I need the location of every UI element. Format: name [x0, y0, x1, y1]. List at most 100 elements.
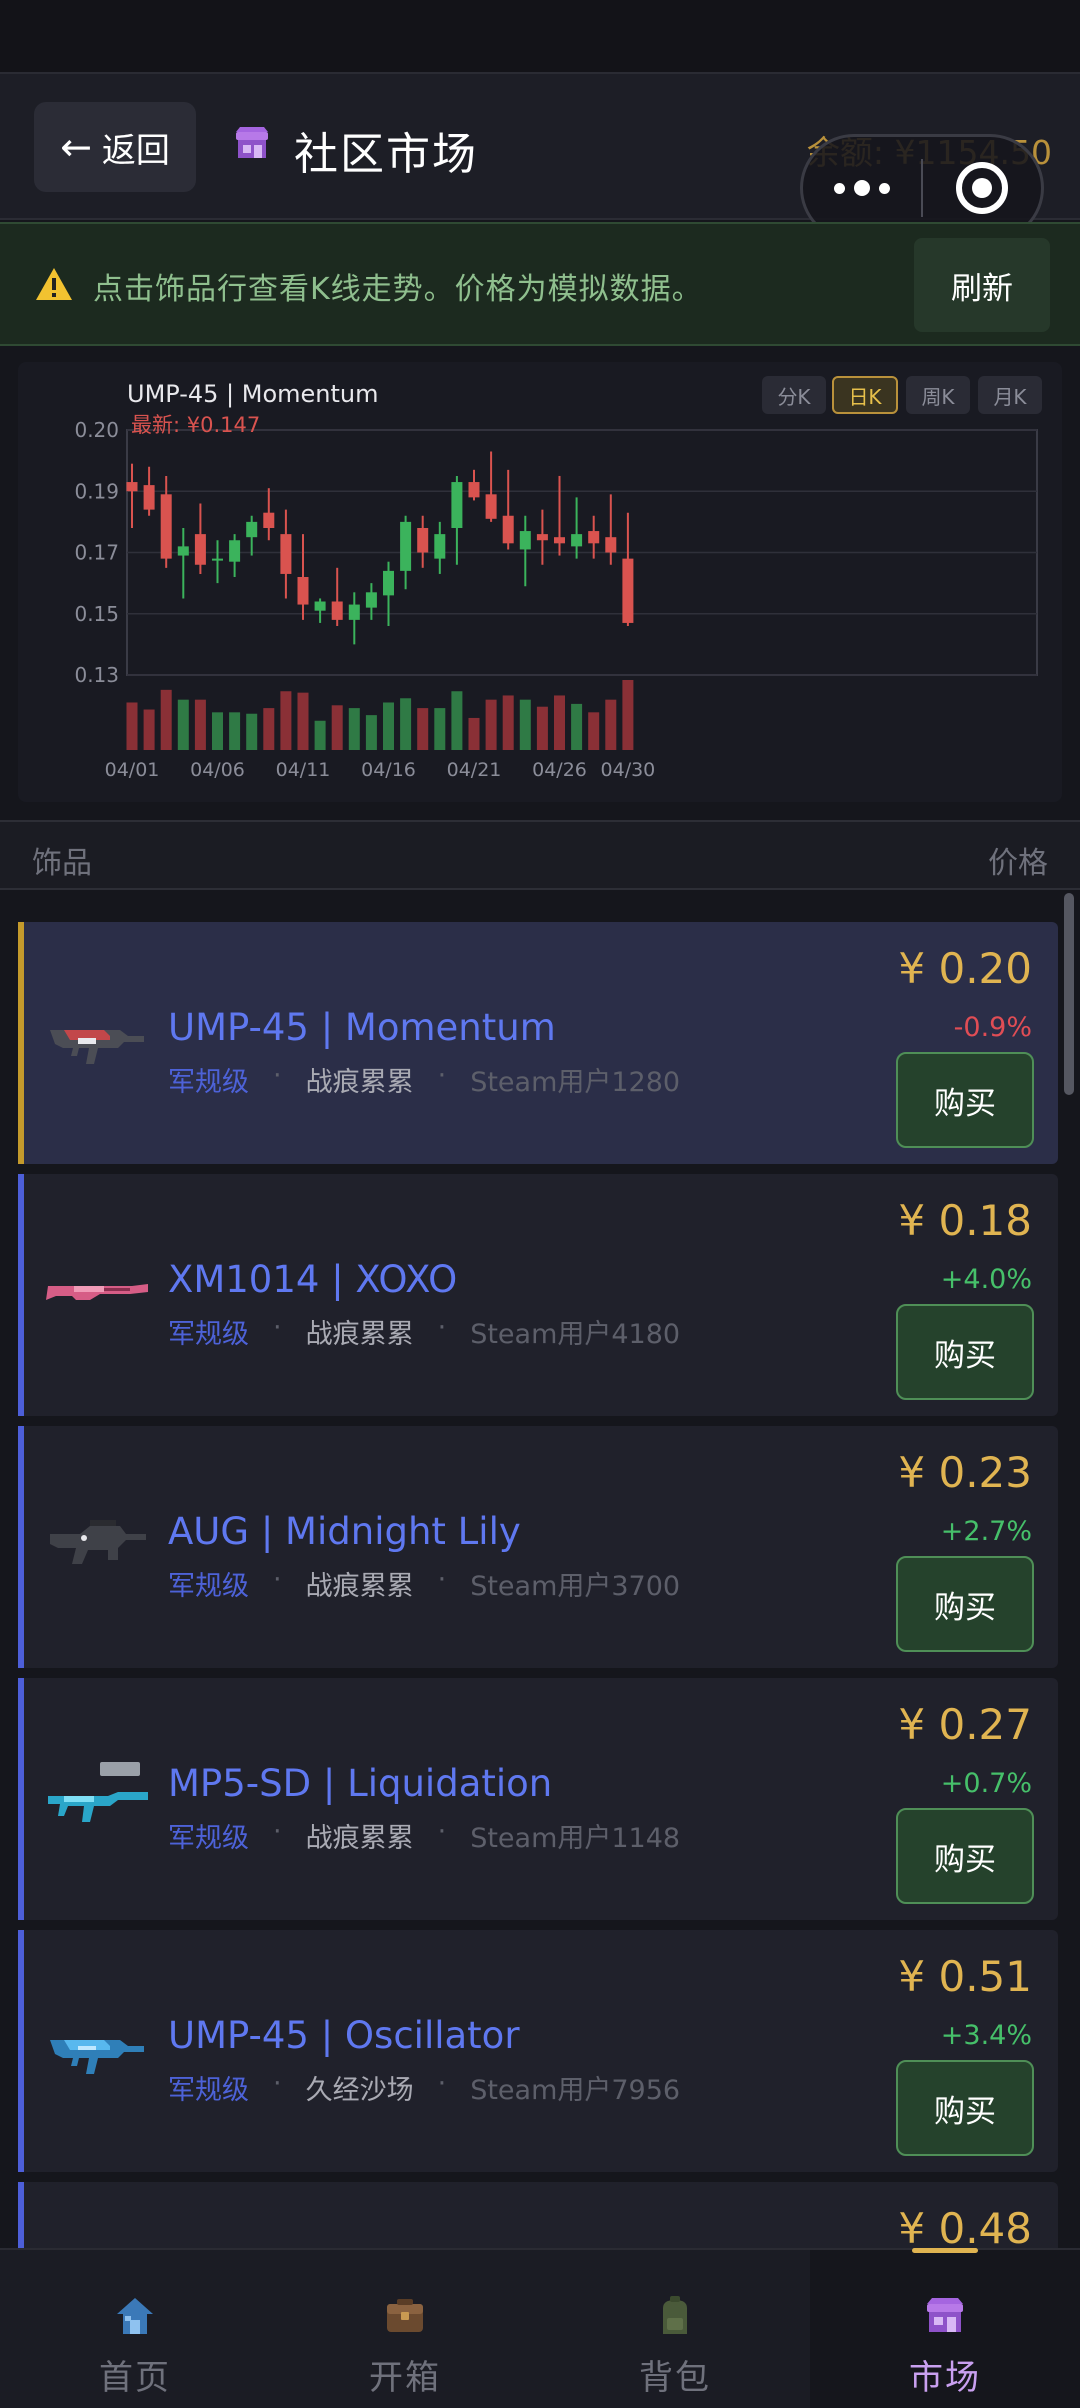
volume-bar	[502, 695, 514, 750]
item-rarity: 军规级	[168, 1823, 249, 1854]
backpack-icon	[663, 2296, 687, 2334]
volume-bar	[554, 695, 565, 750]
item-name: XM1014 | XOXO	[168, 1258, 458, 1301]
volume-bar	[126, 702, 138, 750]
period-button-month[interactable]: 月K	[978, 376, 1042, 414]
item-list[interactable]: UMP-45 | Momentum 军规级 · 战痕累累 · Steam用户12…	[0, 892, 1080, 2248]
item-price: ¥ 0.20	[898, 944, 1032, 993]
back-button[interactable]: ← 返回	[34, 102, 196, 192]
close-miniprogram-button[interactable]	[923, 162, 1041, 214]
rarity-bar	[18, 1678, 24, 1920]
buy-button[interactable]: 购买	[896, 1304, 1034, 1400]
tab-market[interactable]: 市场	[810, 2250, 1080, 2408]
kline-chart-panel: 0.20 0.19 0.17 0.15 0.13 UMP-45 | Momentum 最新:…	[18, 362, 1062, 802]
tab-home[interactable]: 首页	[0, 2250, 270, 2408]
item-price: ¥ 0.48	[898, 2204, 1032, 2248]
x-tick-label: 04/16	[361, 759, 416, 781]
volume-bar	[571, 703, 583, 750]
list-item[interactable]: XM1014 | XOXO 军规级 · 战痕累累 · Steam用户4180 ¥…	[18, 1174, 1058, 1416]
candle-body	[314, 601, 326, 611]
x-tick-label: 04/11	[276, 759, 331, 781]
item-price: ¥ 0.51	[898, 1952, 1032, 2001]
candle-body	[160, 494, 172, 559]
meta-dot: ·	[273, 1060, 282, 1091]
candle-body	[400, 521, 412, 571]
candle-body	[143, 485, 155, 510]
candle-body	[246, 521, 258, 538]
item-seller: Steam用户7956	[470, 2075, 681, 2106]
volume-bar	[400, 698, 412, 750]
candle-body	[194, 534, 206, 565]
period-button-day[interactable]: 日K	[832, 376, 898, 414]
volume-bar	[536, 706, 548, 750]
page-title: 社区市场	[294, 129, 478, 180]
list-item[interactable]: UMP-45 | Momentum 军规级 · 战痕累累 · Steam用户12…	[18, 922, 1058, 1164]
list-scrollbar[interactable]	[1064, 893, 1074, 1095]
y-tick-label: 0.20	[74, 418, 119, 442]
item-change: +0.7%	[940, 1768, 1032, 1799]
target-icon	[956, 162, 1008, 214]
meta-dot: ·	[273, 1312, 282, 1343]
tab-label: 背包	[639, 2358, 711, 2398]
tab-case[interactable]: 开箱	[270, 2250, 540, 2408]
item-seller: Steam用户1280	[470, 1067, 681, 1098]
candle-body	[588, 531, 600, 544]
item-rarity: 军规级	[168, 1571, 249, 1602]
period-button-minute[interactable]: 分K	[762, 376, 826, 414]
more-dot-icon	[834, 182, 845, 194]
status-bar	[0, 0, 1080, 74]
list-item[interactable]: ¥ 0.48	[18, 2182, 1058, 2248]
home-icon	[117, 2298, 153, 2334]
y-tick-label: 0.19	[74, 479, 119, 503]
back-label: 返回	[101, 130, 170, 171]
tab-backpack[interactable]: 背包	[540, 2250, 810, 2408]
buy-button[interactable]: 购买	[896, 2060, 1034, 2156]
period-button-week[interactable]: 周K	[906, 376, 970, 414]
item-change: -0.9%	[953, 1012, 1032, 1043]
volume-bar	[417, 708, 429, 750]
item-rarity: 军规级	[168, 1319, 249, 1350]
candle-body	[571, 534, 583, 547]
list-header: 饰品 价格	[0, 820, 1080, 890]
list-item[interactable]: AUG | Midnight Lily 军规级 · 战痕累累 · Steam用户…	[18, 1426, 1058, 1668]
volume-bar	[588, 712, 600, 750]
bottom-tab-bar: 首页 开箱 背包 市场	[0, 2248, 1080, 2408]
volume-bar	[263, 708, 275, 750]
item-wear: 久经沙场	[305, 2075, 414, 2106]
candle-body	[280, 534, 292, 574]
candle-body	[229, 540, 241, 562]
top-header: ← 返回 社区市场 余额: ¥1154.50	[0, 74, 1080, 242]
volume-bar	[605, 699, 617, 750]
volume-bar	[246, 713, 258, 750]
more-menu-button[interactable]	[803, 180, 921, 196]
buy-button[interactable]: 购买	[896, 1556, 1034, 1652]
candle-body	[451, 482, 463, 528]
refresh-button[interactable]: 刷新	[914, 238, 1050, 332]
list-item[interactable]: UMP-45 | Oscillator 军规级 · 久经沙场 · Steam用户…	[18, 1930, 1058, 2172]
item-price: ¥ 0.23	[898, 1448, 1032, 1497]
candle-body	[622, 558, 634, 623]
volume-bar	[519, 699, 531, 750]
volume-bar	[229, 712, 241, 750]
item-wear: 战痕累累	[305, 1571, 414, 1602]
tab-label: 首页	[99, 2358, 171, 2398]
item-wear: 战痕累累	[305, 1067, 414, 1098]
item-name: MP5-SD | Liquidation	[168, 1762, 553, 1805]
list-item[interactable]: MP5-SD | Liquidation 军规级 · 战痕累累 · Steam用…	[18, 1678, 1058, 1920]
case-icon	[387, 2299, 423, 2332]
notice-text: 点击饰品行查看K线走势。价格为模拟数据。	[93, 272, 703, 307]
xm1014-xoxo-thumb	[46, 1284, 148, 1300]
volume-bar	[485, 699, 497, 750]
x-tick-label: 04/21	[447, 759, 502, 781]
x-tick-label: 04/06	[190, 759, 245, 781]
x-tick-label: 04/30	[601, 759, 656, 781]
item-wear: 战痕累累	[305, 1319, 414, 1350]
buy-button[interactable]: 购买	[896, 1808, 1034, 1904]
item-rarity: 军规级	[168, 1067, 249, 1098]
y-tick-label: 0.17	[74, 541, 119, 565]
candle-body	[605, 537, 617, 553]
candle-body	[263, 512, 275, 528]
candle-body	[502, 515, 514, 544]
candle-body	[177, 546, 189, 556]
buy-button[interactable]: 购买	[896, 1052, 1034, 1148]
